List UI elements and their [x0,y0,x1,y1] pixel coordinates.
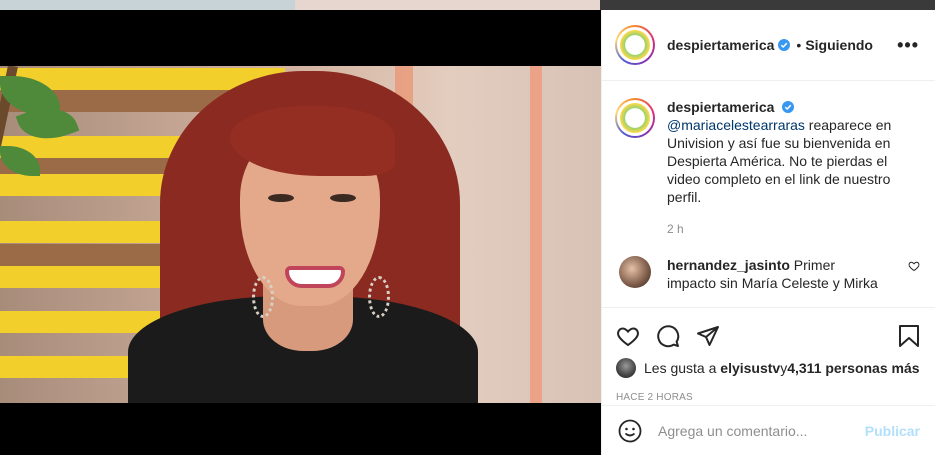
emoji-icon[interactable] [618,419,642,443]
share-icon[interactable] [696,324,720,348]
comment-icon[interactable] [656,324,680,348]
separator-dot: • [796,37,802,53]
more-icon[interactable]: ••• [897,35,919,56]
publish-button[interactable]: Publicar [865,423,920,439]
add-comment-bar: Agrega un comentario... Publicar [602,405,935,455]
person-smile [285,266,345,288]
post-side-panel: despiertamerica • Siguiendo ••• despiert… [601,10,935,455]
caption-username[interactable]: despiertamerica [667,99,774,115]
caption-mention-link[interactable]: @mariacelestearraras [667,117,805,133]
likes-middle: y [780,360,788,376]
caption: despiertamerica @mariacelestearraras rea… [615,98,920,238]
comment-item: hernandez_jasinto Primer impacto sin Mar… [615,256,920,292]
liker-avatar[interactable] [616,358,636,378]
post-media[interactable] [0,10,601,455]
background-thumbnail [600,0,935,10]
heart-icon[interactable] [616,324,640,348]
caption-time[interactable]: 2 h [667,220,920,238]
commenter-avatar[interactable] [619,256,651,288]
action-bar [616,316,920,356]
comments-section[interactable]: despiertamerica @mariacelestearraras rea… [602,82,935,297]
profile-avatar[interactable] [615,25,655,65]
background-thumbnails [0,0,935,10]
liker-username[interactable]: elyisustv [720,360,780,376]
like-comment-icon[interactable] [908,260,920,272]
comment-input[interactable]: Agrega un comentario... [658,423,865,439]
header-username[interactable]: despiertamerica [667,37,774,53]
actions-section: Les gusta a elyisustv y 4,311 personas m… [602,307,935,403]
likes-prefix: Les gusta a [644,360,717,376]
verified-icon [778,39,791,51]
caption-avatar[interactable] [615,98,655,138]
background-thumbnail [0,0,295,10]
background-thumbnail [295,0,600,10]
earring [252,276,274,318]
following-button[interactable]: Siguiendo [805,37,873,53]
likes-summary: Les gusta a elyisustv y 4,311 personas m… [616,358,920,378]
commenter-username[interactable]: hernandez_jasinto [667,257,790,273]
avatar-logo [620,30,650,60]
verified-icon [782,101,795,113]
save-icon[interactable] [898,324,920,348]
post-timestamp[interactable]: HACE 2 HORAS [616,392,920,403]
post-header: despiertamerica • Siguiendo ••• [602,10,935,81]
earring [368,276,390,318]
video-frame[interactable] [0,66,601,403]
likes-count-link[interactable]: 4,311 personas más [787,360,919,376]
